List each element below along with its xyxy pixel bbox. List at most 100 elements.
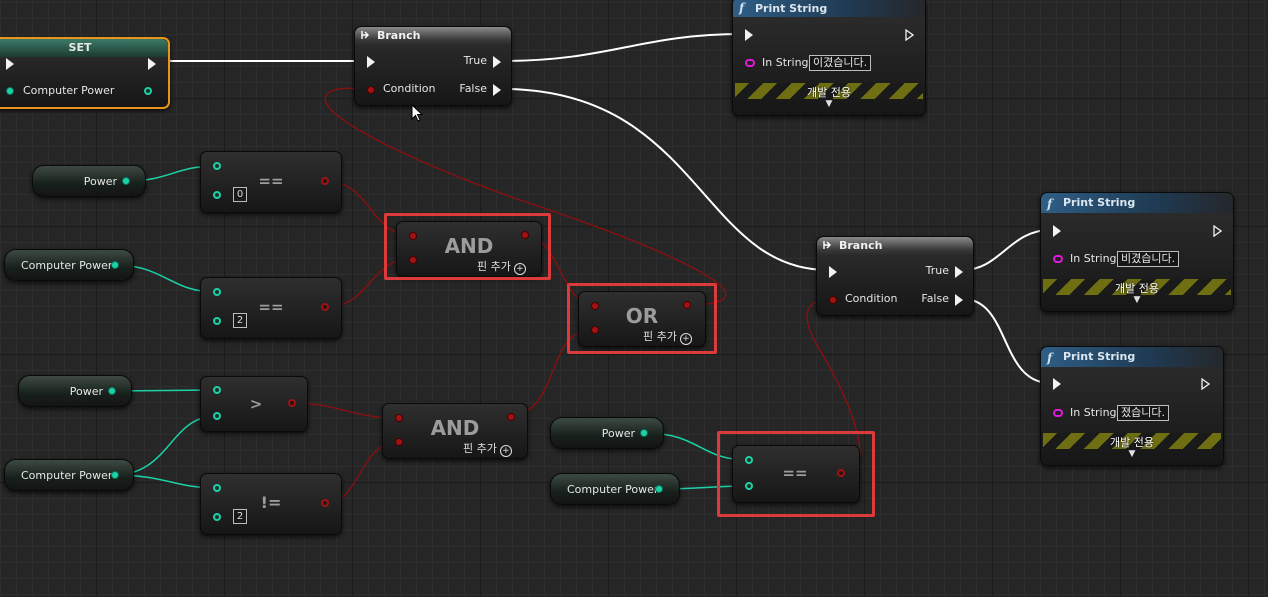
exec-out-pin[interactable]: [1213, 225, 1222, 237]
exec-wire: [962, 298, 1051, 384]
false-exec-pin[interactable]: [955, 294, 963, 306]
true-label: True: [925, 264, 949, 277]
computer-power-variable-node[interactable]: Computer Power: [4, 459, 134, 491]
a-pin[interactable]: [213, 484, 221, 492]
in-string-label: In String: [1070, 252, 1117, 265]
branch-node[interactable]: Branch True Condition False: [816, 236, 974, 316]
function-icon: f: [739, 1, 745, 15]
set-node[interactable]: SET Computer Power: [0, 37, 170, 109]
result-pin[interactable]: [321, 177, 329, 185]
exec-in-pin[interactable]: [367, 56, 375, 68]
exec-out-pin[interactable]: [1201, 378, 1210, 390]
highlight-box: [567, 283, 717, 354]
variable-label: Computer Power: [21, 259, 113, 272]
in-string-pin[interactable]: [1053, 255, 1063, 263]
b-pin[interactable]: [395, 438, 403, 446]
computer-power-out-pin[interactable]: [111, 261, 119, 269]
variable-label: Power: [601, 427, 635, 440]
function-icon: f: [1047, 197, 1053, 211]
exec-in-pin[interactable]: [6, 58, 14, 70]
power-variable-node[interactable]: Power: [32, 165, 146, 197]
exec-in-pin[interactable]: [745, 29, 753, 41]
chevron-down-icon[interactable]: ▼: [1041, 449, 1223, 459]
branch-node[interactable]: Branch True Condition False: [354, 26, 512, 106]
computer-power-out-pin[interactable]: [655, 485, 663, 493]
plus-circle-icon: +: [499, 445, 512, 457]
print-string-node[interactable]: f Print String In String 비겼습니다. 개발 전용 ▼: [1040, 192, 1234, 312]
result-pin[interactable]: [288, 399, 296, 407]
greater-operator: >: [249, 395, 263, 413]
true-exec-pin[interactable]: [493, 56, 501, 68]
false-label: False: [459, 82, 487, 95]
result-pin[interactable]: [321, 303, 329, 311]
exec-in-pin[interactable]: [829, 266, 837, 278]
print-string-title: Print String: [755, 2, 828, 15]
power-variable-node[interactable]: Power: [550, 417, 664, 449]
chevron-down-icon[interactable]: ▼: [733, 99, 925, 109]
result-pin[interactable]: [507, 413, 515, 421]
true-label: True: [463, 54, 487, 67]
equal-operator: ==: [258, 298, 284, 316]
print-string-header: f Print String: [1041, 347, 1223, 367]
in-string-field[interactable]: 이겼습니다.: [809, 55, 872, 71]
power-variable-node[interactable]: Power: [18, 375, 132, 407]
true-exec-pin[interactable]: [955, 266, 963, 278]
in-string-field[interactable]: 비겼습니다.: [1117, 251, 1180, 267]
equal-node[interactable]: 0 ==: [200, 151, 342, 213]
development-only-label: 개발 전용: [1110, 436, 1154, 449]
a-pin[interactable]: [213, 288, 221, 296]
a-pin[interactable]: [213, 162, 221, 170]
in-string-field[interactable]: 졌습니다.: [1117, 405, 1169, 421]
set-node-title: SET: [0, 39, 168, 57]
exec-in-pin[interactable]: [1053, 378, 1061, 390]
print-string-node[interactable]: f Print String In String 졌습니다. 개발 전용 ▼: [1040, 346, 1224, 466]
add-pin-button[interactable]: 핀 추가 +: [463, 440, 512, 457]
false-label: False: [921, 292, 949, 305]
exec-in-pin[interactable]: [1053, 225, 1061, 237]
condition-pin[interactable]: [829, 296, 837, 304]
set-pin-label: Computer Power: [23, 84, 115, 97]
in-string-pin[interactable]: [745, 59, 755, 67]
print-string-title: Print String: [1063, 196, 1136, 209]
result-pin[interactable]: [321, 499, 329, 507]
branch-title: Branch: [839, 239, 883, 252]
exec-out-pin[interactable]: [148, 58, 156, 70]
condition-label: Condition: [845, 292, 898, 305]
a-pin[interactable]: [213, 386, 221, 394]
a-pin[interactable]: [395, 414, 403, 422]
development-only-label: 개발 전용: [1115, 282, 1159, 295]
variable-label: Computer Power: [21, 469, 113, 482]
computer-power-in-pin[interactable]: [6, 87, 14, 95]
computer-power-variable-node[interactable]: Computer Power: [4, 249, 134, 281]
not-equal-node[interactable]: 2 !=: [200, 473, 342, 535]
computer-power-out-pin[interactable]: [144, 87, 152, 95]
b-pin[interactable]: [213, 317, 221, 325]
power-out-pin[interactable]: [640, 429, 648, 437]
print-string-header: f Print String: [1041, 193, 1233, 213]
highlight-box: [384, 213, 551, 280]
in-string-pin[interactable]: [1053, 409, 1063, 417]
exec-out-pin[interactable]: [905, 29, 914, 41]
false-exec-pin[interactable]: [493, 84, 501, 96]
power-out-pin[interactable]: [108, 387, 116, 395]
condition-pin[interactable]: [367, 86, 375, 94]
add-pin-label: 핀 추가: [463, 442, 497, 455]
chevron-down-icon[interactable]: ▼: [1041, 295, 1233, 305]
equal-node[interactable]: 2 ==: [200, 277, 342, 339]
mouse-cursor-icon: [411, 104, 423, 122]
b-pin[interactable]: [213, 513, 221, 521]
power-out-pin[interactable]: [122, 177, 130, 185]
not-equal-operator: !=: [260, 493, 282, 512]
variable-label: Power: [69, 385, 103, 398]
print-string-node[interactable]: f Print String In String 이겼습니다. 개발 전용 ▼: [732, 0, 926, 116]
branch-icon: [823, 241, 831, 249]
b-pin[interactable]: [213, 412, 221, 420]
b-pin[interactable]: [213, 191, 221, 199]
greater-than-node[interactable]: >: [200, 376, 308, 432]
computer-power-variable-node[interactable]: Computer Power: [550, 473, 680, 505]
branch-title: Branch: [377, 29, 421, 42]
and-node[interactable]: AND 핀 추가 +: [382, 403, 528, 459]
computer-power-out-pin[interactable]: [111, 471, 119, 479]
development-only-label: 개발 전용: [807, 86, 851, 99]
equal-operator: ==: [258, 172, 284, 190]
